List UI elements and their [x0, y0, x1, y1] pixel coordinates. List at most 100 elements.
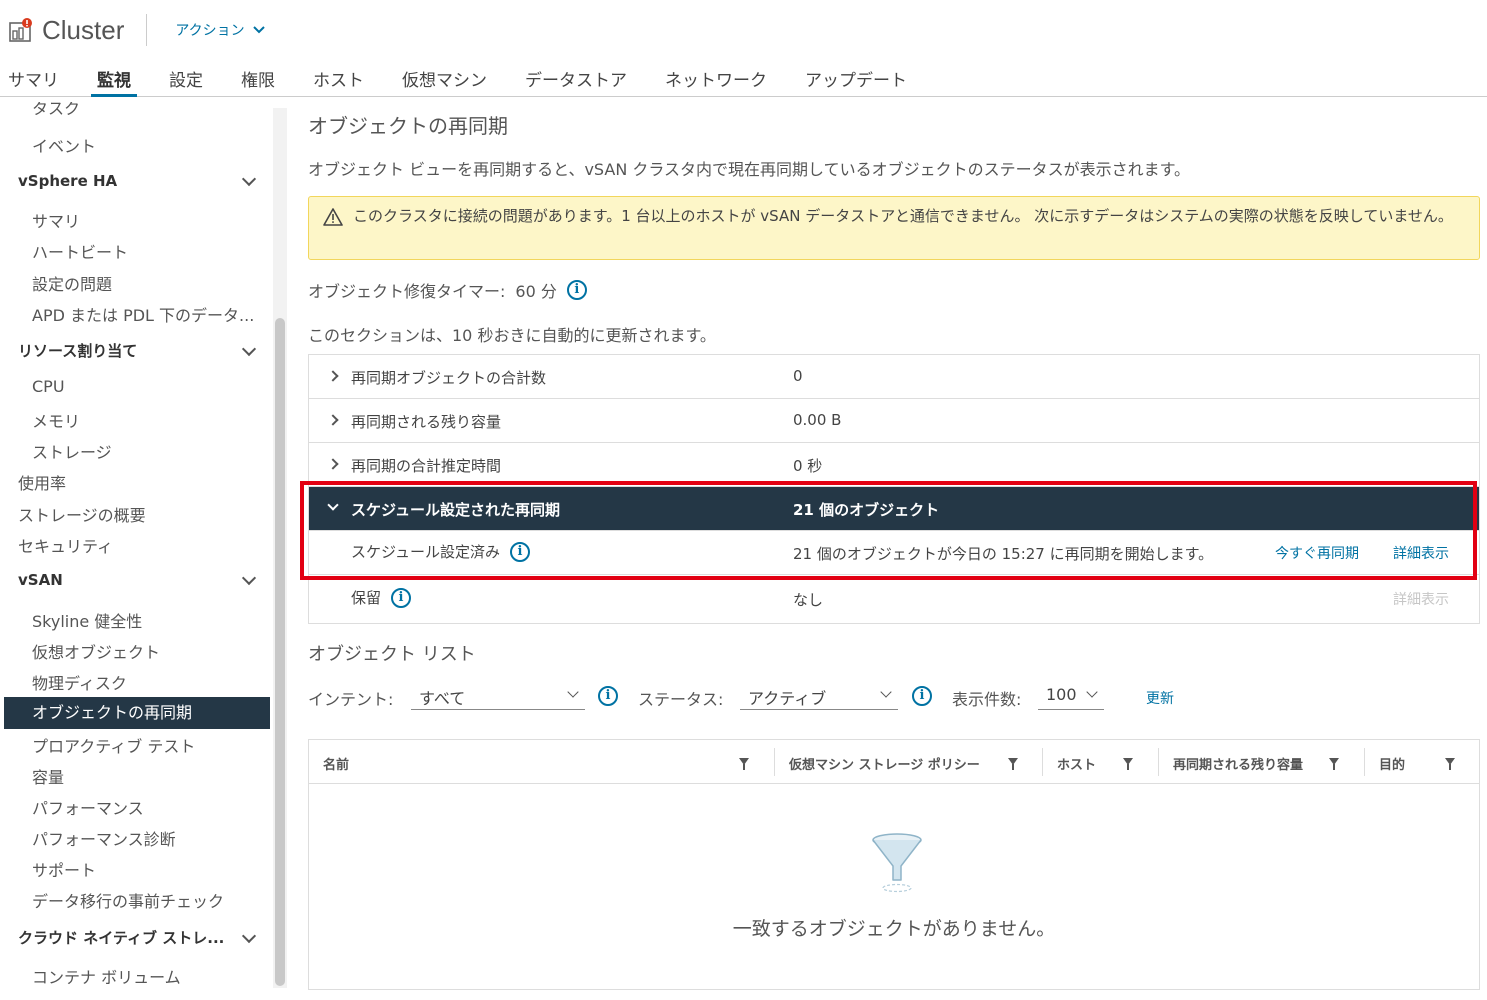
sidebar-item-performance-diagnostics[interactable]: パフォーマンス診断 — [0, 826, 270, 850]
sidebar-group-resource[interactable]: リソース割り当て — [0, 340, 270, 361]
sidebar-item-proactive-tests[interactable]: プロアクティブ テスト — [0, 733, 270, 757]
sidebar-item-skyline-health[interactable]: Skyline 健全性 — [0, 608, 270, 632]
filter-icon[interactable] — [1123, 758, 1133, 770]
sidebar-group-label: vSphere HA — [18, 172, 118, 190]
sidebar-item-support[interactable]: サポート — [0, 857, 270, 881]
sidebar-item-security[interactable]: セキュリティ — [0, 533, 270, 557]
title-separator — [146, 14, 148, 46]
info-icon[interactable]: i — [598, 686, 618, 706]
chevron-right-icon — [327, 458, 339, 470]
tab-summary[interactable]: サマリ — [8, 60, 59, 97]
info-icon[interactable]: i — [391, 587, 412, 608]
chevron-down-icon — [880, 686, 892, 698]
pending-details-link[interactable]: 詳細表示 — [1393, 589, 1449, 609]
header: Cluster アクション サマリ 監視 設定 権限 ホスト 仮想マシン データ… — [0, 0, 1487, 97]
count-select[interactable]: 100 — [1038, 682, 1104, 710]
stack-row-total-objects[interactable]: 再同期オブジェクトの合計数 0 — [309, 355, 1479, 399]
sidebar-item-memory[interactable]: メモリ — [0, 408, 270, 432]
stack-row-value: 0 — [793, 367, 803, 385]
filter-icon[interactable] — [1008, 758, 1018, 770]
refresh-link[interactable]: 更新 — [1146, 688, 1174, 708]
sidebar-item-resync-objects[interactable]: オブジェクトの再同期 — [4, 697, 270, 729]
chevron-down-icon — [1086, 686, 1098, 698]
tab-datastores[interactable]: データストア — [525, 60, 627, 97]
count-select-value: 100 — [1046, 685, 1077, 704]
tab-vms[interactable]: 仮想マシン — [402, 60, 487, 97]
tab-permissions[interactable]: 権限 — [241, 60, 275, 97]
sidebar-item-virtual-objects[interactable]: 仮想オブジェクト — [0, 639, 270, 663]
repair-timer-label: オブジェクト修復タイマー: — [308, 282, 506, 301]
grid-header: 名前 仮想マシン ストレージ ポリシー ホスト 再同期される残り容量 目的 — [309, 740, 1479, 784]
object-list-grid: 名前 仮想マシン ストレージ ポリシー ホスト 再同期される残り容量 目的 一致… — [308, 739, 1480, 990]
sidebar-item-physical-disks[interactable]: 物理ディスク — [0, 670, 270, 694]
sidebar-item-data-migration-precheck[interactable]: データ移行の事前チェック — [0, 888, 270, 912]
cluster-icon — [8, 17, 34, 43]
chevron-down-icon — [241, 928, 257, 943]
tab-monitor[interactable]: 監視 — [91, 60, 137, 97]
info-icon[interactable]: i — [566, 280, 587, 300]
sidebar-group-label: クラウド ネイティブ ストレ... — [18, 929, 225, 947]
sidebar-item-ha-summary[interactable]: サマリ — [0, 208, 270, 232]
column-name[interactable]: 名前 — [309, 740, 775, 784]
chevron-down-icon — [241, 571, 257, 586]
warning-icon — [323, 208, 343, 226]
sidebar-group-cloud-native-storage[interactable]: クラウド ネイティブ ストレ... — [0, 927, 270, 948]
filter-icon[interactable] — [1445, 758, 1455, 770]
sidebar-group-vsan[interactable]: vSAN — [0, 571, 270, 589]
filter-icon[interactable] — [1329, 758, 1339, 770]
sidebar-item-tasks[interactable]: タスク — [0, 102, 270, 124]
repair-timer: オブジェクト修復タイマー: 60 分 i — [308, 278, 587, 302]
column-header-text: 再同期される残り容量 — [1173, 758, 1304, 773]
sidebar-item-utilization[interactable]: 使用率 — [0, 470, 270, 494]
chevron-down-icon — [567, 686, 579, 698]
tab-networks[interactable]: ネットワーク — [665, 60, 767, 97]
stack-row-value: 0.00 B — [793, 411, 842, 429]
column-intent[interactable]: 目的 — [1365, 740, 1479, 784]
sidebar-group-label: vSAN — [18, 571, 63, 589]
empty-message: 一致するオブジェクトがありません。 — [732, 918, 1056, 940]
sidebar-item-container-volumes[interactable]: コンテナ ボリューム — [0, 964, 270, 988]
actions-label: アクション — [175, 23, 245, 39]
intent-select[interactable]: すべて — [411, 682, 585, 710]
tab-updates[interactable]: アップデート — [805, 60, 907, 97]
stack-row-remaining-bytes[interactable]: 再同期される残り容量 0.00 B — [309, 399, 1479, 443]
title-row: Cluster アクション — [8, 10, 265, 50]
stack-row-value: なし — [793, 591, 824, 609]
column-header-text: ホスト — [1057, 758, 1097, 773]
sidebar-item-storage[interactable]: ストレージ — [0, 439, 270, 463]
actions-menu[interactable]: アクション — [175, 20, 265, 40]
sidebar-item-storage-overview[interactable]: ストレージの概要 — [0, 502, 270, 526]
sidebar-group-vsphere-ha[interactable]: vSphere HA — [0, 172, 270, 190]
status-select[interactable]: アクティブ — [740, 682, 898, 710]
column-host[interactable]: ホスト — [1043, 740, 1159, 784]
status-label: ステータス: — [638, 690, 724, 709]
sidebar-scrollbar-thumb[interactable] — [275, 318, 285, 986]
status-select-value: アクティブ — [748, 689, 827, 708]
column-header-text: 仮想マシン ストレージ ポリシー — [789, 758, 980, 773]
page-title: オブジェクトの再同期 — [308, 114, 508, 138]
column-storage-policy[interactable]: 仮想マシン ストレージ ポリシー — [775, 740, 1043, 784]
sidebar-item-heartbeat[interactable]: ハートビート — [0, 239, 270, 263]
sidebar-item-events[interactable]: イベント — [0, 133, 270, 157]
chevron-right-icon — [327, 370, 339, 382]
sidebar-item-performance[interactable]: パフォーマンス — [0, 795, 270, 819]
stack-row-value: 0 秒 — [793, 457, 823, 475]
chevron-down-icon — [252, 26, 265, 34]
sidebar: タスク イベント vSphere HA サマリ ハートビート 設定の問題 APD… — [0, 98, 292, 1000]
chevron-down-icon — [241, 341, 257, 356]
sidebar-item-cpu[interactable]: CPU — [0, 377, 270, 396]
repair-timer-value: 60 分 — [515, 282, 557, 301]
highlight-box — [300, 481, 1477, 580]
sidebar-item-config-issues[interactable]: 設定の問題 — [0, 271, 270, 295]
info-icon[interactable]: i — [912, 686, 932, 706]
stack-row-label: 再同期オブジェクトの合計数 — [351, 369, 547, 387]
pending-label-group: 保留 i — [351, 587, 412, 608]
column-remaining-bytes[interactable]: 再同期される残り容量 — [1159, 740, 1365, 784]
filter-icon[interactable] — [739, 758, 749, 770]
sidebar-item-apd-pdl[interactable]: APD または PDL 下のデータ... — [0, 302, 262, 326]
count-label: 表示件数: — [952, 690, 1022, 709]
page-description: オブジェクト ビューを再同期すると、vSAN クラスタ内で現在再同期しているオブ… — [308, 160, 1190, 179]
sidebar-item-capacity[interactable]: 容量 — [0, 764, 270, 788]
tab-hosts[interactable]: ホスト — [313, 60, 364, 97]
tab-configure[interactable]: 設定 — [169, 60, 203, 97]
